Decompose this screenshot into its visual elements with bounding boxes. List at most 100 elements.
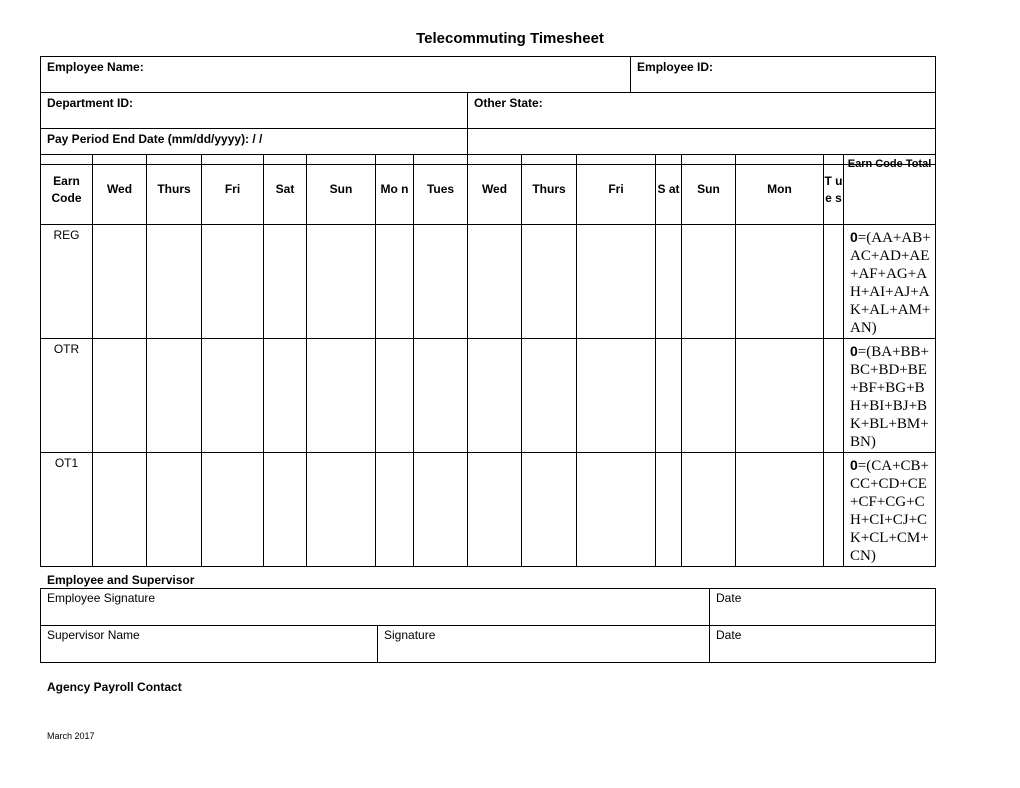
- other-state-label: Other State:: [474, 96, 543, 110]
- earn-code-cell: REG: [40, 224, 93, 339]
- hours-cell[interactable]: [375, 224, 414, 339]
- supervisor-date-field[interactable]: Date: [709, 625, 937, 663]
- hours-grid: Earn Code Wed Thurs Fri Sat Sun Mo n Tue…: [40, 154, 936, 567]
- earn-code-total-cell: 0=(BA+BB+BC+BD+BE+BF+BG+BH+BI+BJ+BK+BL+B…: [843, 338, 936, 453]
- total-value: 0: [850, 229, 858, 245]
- hours-cell[interactable]: [467, 224, 522, 339]
- hours-cell[interactable]: [521, 338, 577, 453]
- hours-cell[interactable]: [375, 452, 414, 567]
- hours-cell[interactable]: [413, 224, 468, 339]
- earn-code-cell: OTR: [40, 338, 93, 453]
- footer-date: March 2017: [47, 731, 95, 741]
- total-value: 0: [850, 457, 858, 473]
- header-earn-code-total: Earn Code Total: [843, 154, 936, 225]
- hours-cell[interactable]: [655, 452, 682, 567]
- employee-info-table: Employee Name: Employee ID: Department I…: [39, 56, 937, 165]
- hours-cell[interactable]: [681, 452, 736, 567]
- hours-cell[interactable]: [467, 338, 522, 453]
- total-formula: =(BA+BB+BC+BD+BE+BF+BG+BH+BI+BJ+BK+BL+BM…: [850, 344, 930, 450]
- total-value: 0: [850, 343, 858, 359]
- header-wed-2: Wed: [467, 154, 522, 225]
- employee-signature-label: Employee Signature: [47, 591, 156, 605]
- signature-table: Employee Signature Date Supervisor Name …: [39, 588, 937, 663]
- hours-cell[interactable]: [201, 452, 264, 567]
- header-tues-2: T u e s: [823, 154, 844, 225]
- hours-cell[interactable]: [146, 452, 202, 567]
- hours-cell[interactable]: [681, 224, 736, 339]
- employee-date-label: Date: [716, 591, 742, 605]
- hours-cell[interactable]: [92, 224, 147, 339]
- grid-row-ot1: OT1 0=(CA+CB+CC+CD+CE+CF+CG+CH+CI+CJ+CK+C…: [40, 452, 936, 567]
- hours-cell[interactable]: [413, 338, 468, 453]
- supervisor-signature-label: Signature: [384, 628, 436, 642]
- supervisor-name-label: Supervisor Name: [47, 628, 140, 642]
- hours-cell[interactable]: [263, 452, 307, 567]
- header-sat-1: Sat: [263, 154, 307, 225]
- header-fri-1: Fri: [201, 154, 264, 225]
- hours-cell[interactable]: [823, 338, 844, 453]
- earn-code-total-cell: 0=(CA+CB+CC+CD+CE+CF+CG+CH+CI+CJ+CK+CL+C…: [843, 452, 936, 567]
- supervisor-signature-field[interactable]: Signature: [376, 625, 711, 663]
- header-thurs-2: Thurs: [521, 154, 577, 225]
- total-formula: =(AA+AB+AC+AD+AE+AF+AG+AH+AI+AJ+AK+AL+AM…: [850, 230, 931, 336]
- page-title: Telecommuting Timesheet: [416, 30, 604, 47]
- header-thurs-1: Thurs: [146, 154, 202, 225]
- hours-cell[interactable]: [201, 224, 264, 339]
- hours-cell[interactable]: [92, 452, 147, 567]
- hours-cell[interactable]: [263, 224, 307, 339]
- hours-cell[interactable]: [655, 224, 682, 339]
- header-sat-2: S at: [655, 154, 682, 225]
- hours-cell[interactable]: [576, 338, 656, 453]
- earn-code-total-cell: 0=(AA+AB+AC+AD+AE+AF+AG+AH+AI+AJ+AK+AL+A…: [843, 224, 936, 339]
- employee-signature-field[interactable]: Employee Signature: [39, 588, 711, 626]
- hours-cell[interactable]: [467, 452, 522, 567]
- department-id-label: Department ID:: [47, 96, 134, 110]
- hours-cell[interactable]: [576, 224, 656, 339]
- hours-cell[interactable]: [521, 452, 577, 567]
- hours-cell[interactable]: [823, 224, 844, 339]
- agency-payroll-contact: Agency Payroll Contact: [47, 680, 182, 694]
- header-earn-code: Earn Code: [40, 154, 93, 225]
- supervisor-name-field[interactable]: Supervisor Name: [40, 625, 378, 663]
- employee-date-field[interactable]: Date: [709, 588, 937, 626]
- pay-period-label: Pay Period End Date (mm/dd/yyyy): / /: [47, 132, 263, 146]
- header-wed-1: Wed: [92, 154, 147, 225]
- hours-cell[interactable]: [306, 452, 376, 567]
- hours-cell[interactable]: [375, 338, 414, 453]
- total-formula: =(CA+CB+CC+CD+CE+CF+CG+CH+CI+CJ+CK+CL+CM…: [850, 458, 930, 564]
- hours-cell[interactable]: [735, 452, 824, 567]
- department-id-field[interactable]: Department ID:: [40, 92, 468, 129]
- header-mon-1: Mo n: [375, 154, 414, 225]
- header-tues-1: Tues: [413, 154, 468, 225]
- hours-cell[interactable]: [681, 338, 736, 453]
- other-state-field[interactable]: Other State:: [466, 92, 937, 129]
- grid-row-reg: REG 0=(AA+AB+AC+AD+AE+AF+AG+AH+AI+AJ+AK+A…: [40, 224, 936, 339]
- employee-id-field[interactable]: Employee ID:: [630, 56, 937, 93]
- hours-cell[interactable]: [655, 338, 682, 453]
- hours-cell[interactable]: [146, 224, 202, 339]
- hours-cell[interactable]: [823, 452, 844, 567]
- hours-cell[interactable]: [576, 452, 656, 567]
- hours-cell[interactable]: [735, 224, 824, 339]
- hours-cell[interactable]: [201, 338, 264, 453]
- grid-header-row: Earn Code Wed Thurs Fri Sat Sun Mo n Tue…: [40, 154, 936, 225]
- header-sun-2: Sun: [681, 154, 736, 225]
- hours-cell[interactable]: [521, 224, 577, 339]
- earn-code-cell: OT1: [40, 452, 93, 567]
- grid-row-otr: OTR 0=(BA+BB+BC+BD+BE+BF+BG+BH+BI+BJ+BK+B…: [40, 338, 936, 453]
- hours-cell[interactable]: [306, 338, 376, 453]
- employee-name-label: Employee Name:: [47, 60, 144, 74]
- supervisor-date-label: Date: [716, 628, 742, 642]
- header-fri-2: Fri: [576, 154, 656, 225]
- hours-cell[interactable]: [413, 452, 468, 567]
- hours-cell[interactable]: [306, 224, 376, 339]
- header-mon-2: Mon: [735, 154, 824, 225]
- employee-supervisor-section-title: Employee and Supervisor: [47, 573, 195, 587]
- hours-cell[interactable]: [92, 338, 147, 453]
- hours-cell[interactable]: [146, 338, 202, 453]
- employee-id-label: Employee ID:: [637, 60, 714, 74]
- employee-name-field[interactable]: Employee Name:: [39, 56, 632, 93]
- hours-cell[interactable]: [263, 338, 307, 453]
- hours-cell[interactable]: [735, 338, 824, 453]
- header-sun-1: Sun: [306, 154, 376, 225]
